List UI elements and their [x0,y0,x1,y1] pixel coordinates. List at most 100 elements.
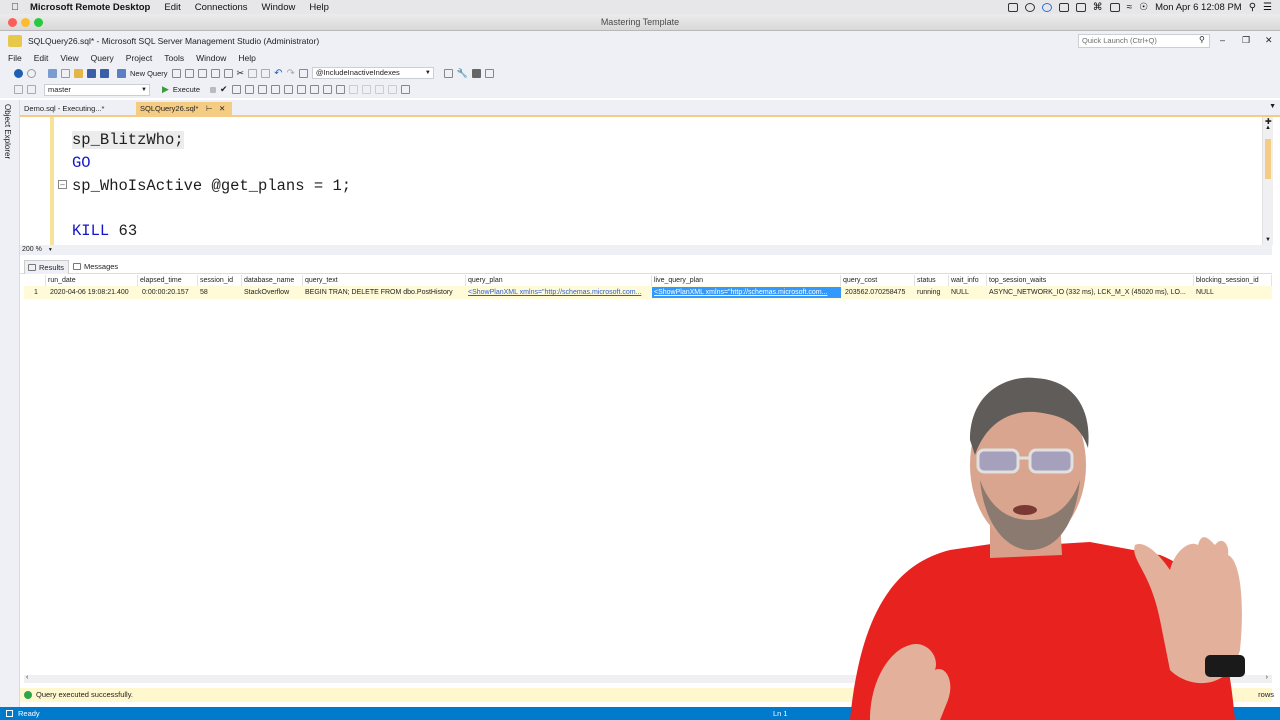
close-tab-icon[interactable]: ✕ [219,102,225,116]
back-icon[interactable] [14,68,23,78]
execute-icon[interactable]: ▶ [162,84,169,95]
editor-vertical-scrollbar[interactable]: ✚ ▲ ▼ [1262,117,1273,245]
connect-icon[interactable] [14,85,23,94]
cell-query-cost[interactable]: 203562.070258475 [843,287,915,298]
toolbar-icon-f[interactable] [298,68,308,78]
scroll-down-icon[interactable]: ▼ [1265,237,1271,243]
col-header-status[interactable]: status [915,275,949,286]
toolbar-icon-g[interactable] [443,68,453,78]
uncomment-icon[interactable] [361,85,371,94]
new-file-icon[interactable] [61,68,70,78]
execute-button[interactable]: Execute [173,85,200,94]
menu-edit-ssms[interactable]: Edit [34,53,49,63]
menu-window-ssms[interactable]: Window [196,53,226,63]
indent-icon[interactable] [374,85,384,94]
scroll-left-icon[interactable]: ‹ [26,674,28,681]
col-header-blocking-session-id[interactable]: blocking_session_id [1194,275,1272,286]
chevron-down-icon[interactable]: ▼ [48,247,53,253]
pin-icon[interactable]: ⊢ [206,102,213,116]
menu-file[interactable]: File [8,53,22,63]
object-explorer-tab[interactable]: Object Explorer [3,104,12,159]
cell-database-name[interactable]: StackOverflow [242,287,303,298]
filter-icon[interactable] [27,85,36,94]
new-query-button[interactable]: New Query [130,69,168,78]
status-icon-2[interactable] [1024,2,1035,12]
col-header-query-cost[interactable]: query_cost [841,275,915,286]
comment-icon[interactable] [348,85,358,94]
paste-icon[interactable] [261,68,271,78]
wifi-icon[interactable]: ≈ [1127,2,1133,13]
col-header-database-name[interactable]: database_name [242,275,303,286]
cell-run-date[interactable]: 2020-04-06 19:08:21.400 [48,287,138,298]
scroll-thumb[interactable] [1265,139,1271,179]
toolbar-icon-m[interactable] [270,85,280,94]
menu-edit[interactable]: Edit [164,2,180,13]
menu-tools[interactable]: Tools [164,53,184,63]
col-header-live-query-plan[interactable]: live_query_plan [652,275,841,286]
cell-query-plan-link[interactable]: <ShowPlanXML xmlns="http://schemas.micro… [466,287,652,298]
toolbar-icon-k[interactable] [244,85,254,94]
quick-launch-search-icon[interactable]: ⚲ [1199,35,1205,44]
toolbar-icon-e[interactable] [223,68,233,78]
cell-top-session-waits[interactable]: ASYNC_NETWORK_IO (332 ms), LCK_M_X (4502… [987,287,1194,298]
toolbar-icon-o[interactable] [296,85,306,94]
specify-values-icon[interactable] [400,85,410,94]
col-header-query-text[interactable]: query_text [303,275,466,286]
col-header-top-session-waits[interactable]: top_session_waits [987,275,1194,286]
quick-launch-input[interactable]: Quick Launch (Ctrl+Q) [1078,34,1210,48]
display-icon[interactable] [1109,2,1120,12]
code-line-2[interactable]: GO [72,154,91,172]
toolbar-icon-h[interactable] [472,68,482,78]
cell-elapsed-time[interactable]: 0:00:00:20.157 [140,287,198,298]
copy-icon[interactable] [248,68,258,78]
tab-overflow-icon[interactable]: ▼ [1269,103,1276,110]
code-line-1[interactable]: sp_BlitzWho; [72,131,184,149]
save-all-icon[interactable] [100,68,109,78]
new-project-icon[interactable] [48,68,57,78]
minimize-window-icon[interactable] [21,18,30,27]
menu-window[interactable]: Window [262,2,296,13]
open-icon[interactable] [74,68,83,78]
list-icon[interactable]: ☰ [1263,2,1272,13]
wrench-icon[interactable]: 🔧 [457,68,468,79]
database-select[interactable]: master ▼ [44,83,150,96]
zoom-window-icon[interactable] [34,18,43,27]
bluetooth-icon[interactable]: ⌘ [1093,2,1103,13]
outdent-icon[interactable] [387,85,397,94]
cell-wait-info[interactable]: NULL [949,287,987,298]
zoom-level[interactable]: 200 % [22,246,42,253]
accessibility-icon[interactable]: ☉ [1139,2,1148,13]
search-icon[interactable]: ⚲ [1249,2,1256,13]
stop-icon[interactable] [210,86,217,93]
cell-live-query-plan-link[interactable]: <ShowPlanXML xmlns="http://schemas.micro… [652,287,841,298]
toolbar-icon-b[interactable] [184,68,194,78]
apple-icon[interactable]:  [0,2,30,13]
menubar-clock[interactable]: Mon Apr 6 12:08 PM [1155,2,1242,13]
status-icon-3[interactable] [1041,2,1052,12]
tab-demo-sql[interactable]: Demo.sql - Executing...* [20,102,136,117]
query-editor[interactable]: sp_BlitzWho; GO – sp_WhoIsActive @get_pl… [20,117,1272,245]
col-header-wait-info[interactable]: wait_info [949,275,987,286]
close-icon[interactable]: ✕ [1265,35,1273,46]
toolbar-icon-n[interactable] [283,85,293,94]
close-window-icon[interactable] [8,18,17,27]
parameter-combo[interactable]: @IncludeInactiveIndexes ▼ [311,67,434,79]
menu-app-name[interactable]: Microsoft Remote Desktop [30,2,150,13]
menu-view[interactable]: View [60,53,78,63]
toolbar-icon-l[interactable] [257,85,267,94]
results-to-grid-icon[interactable] [322,85,332,94]
code-line-4[interactable]: KILL 63 [72,222,137,240]
results-to-file-icon[interactable] [335,85,345,94]
cut-icon[interactable]: ✂ [237,68,245,79]
tab-results[interactable]: Results [24,260,70,274]
status-icon-1[interactable] [1007,2,1018,12]
col-header-elapsed-time[interactable]: elapsed_time [138,275,198,286]
menu-project[interactable]: Project [126,53,152,63]
parse-check-icon[interactable]: ✔ [220,84,228,95]
cell-query-text[interactable]: BEGIN TRAN; DELETE FROM dbo.PostHistory [303,287,466,298]
toolbar-icon-d[interactable] [210,68,220,78]
toolbar-icon-p[interactable] [309,85,319,94]
col-header-run-date[interactable]: run_date [46,275,138,286]
redo-icon[interactable]: ↷ [286,68,294,79]
new-query-icon[interactable] [117,68,126,78]
